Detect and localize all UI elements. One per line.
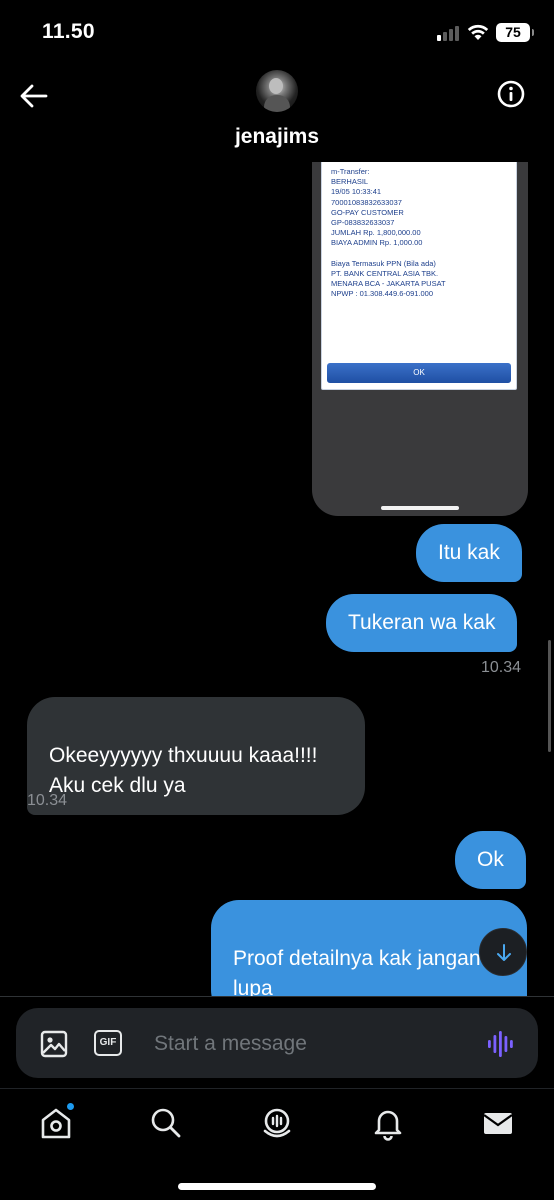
tab-home[interactable] xyxy=(38,1102,75,1141)
receipt-line: GO-PAY CUSTOMER xyxy=(331,207,404,217)
message-bubble-sent[interactable]: Itu kak xyxy=(416,524,522,582)
tab-spaces[interactable] xyxy=(259,1105,295,1141)
bottom-tab-bar xyxy=(0,1088,554,1200)
message-composer: GIF xyxy=(16,1008,538,1078)
message-timestamp: 10.34 xyxy=(481,659,522,676)
mail-icon xyxy=(483,1113,513,1134)
conversation-username[interactable]: jenajims xyxy=(0,125,554,149)
receipt-line: BIAYA ADMIN Rp. 1,000.00 xyxy=(331,238,423,248)
receipt-line: NPWP : 01.308.449.6-091.000 xyxy=(331,289,434,299)
image-icon[interactable] xyxy=(40,1030,68,1058)
message-bubble-sent[interactable]: Ok xyxy=(455,831,526,889)
receipt-line: m-Transfer: xyxy=(331,167,370,176)
message-text: Okeeyyyyyy thxuuuu kaaa!!!! Aku cek dlu … xyxy=(49,744,318,797)
receipt-text: m-Transfer: BERHASIL 19/05 10:33:41 7000108… xyxy=(331,167,446,300)
receipt-line: JUMLAH Rp. 1,800,000.00 xyxy=(331,228,421,238)
composer-area: GIF xyxy=(0,996,554,1088)
receipt-line: Biaya Termasuk PPN (Bila ada) xyxy=(331,258,436,268)
battery-icon: 75 xyxy=(496,23,534,42)
receipt-line: BERHASIL xyxy=(331,177,369,187)
receipt-line: GP-083832633037 xyxy=(331,218,395,228)
cellular-signal-icon xyxy=(437,25,463,41)
status-time: 11.50 xyxy=(42,20,95,43)
gif-icon[interactable]: GIF xyxy=(94,1030,122,1056)
conversation-header: jenajims xyxy=(0,62,554,162)
search-icon xyxy=(151,1108,181,1138)
status-bar: 11.50 75 xyxy=(0,0,554,62)
receipt-line: PT. BANK CENTRAL ASIA TBK. xyxy=(331,269,439,279)
message-text: Proof detailnya kak jangan lupa xyxy=(233,947,481,996)
receipt-ok-button: OK xyxy=(327,363,511,383)
message-text: Ok xyxy=(477,848,504,871)
notification-dot xyxy=(66,1102,75,1111)
scroll-to-bottom-button[interactable] xyxy=(479,928,527,976)
screenshot-home-indicator xyxy=(381,506,459,510)
voice-wave-icon[interactable] xyxy=(486,1030,516,1058)
bell-icon xyxy=(374,1110,402,1141)
info-button[interactable] xyxy=(495,78,527,110)
message-timestamp: 10.34 xyxy=(27,792,68,809)
receipt-line: 700010838326330​37 xyxy=(331,197,402,207)
transfer-receipt-screenshot: m-Transfer: BERHASIL 19/05 10:33:41 7000108… xyxy=(321,162,517,390)
arrow-down-icon xyxy=(497,944,511,961)
receipt-line xyxy=(331,249,446,259)
message-bubble-received[interactable]: Okeeyyyyyy thxuuuu kaaa!!!! Aku cek dlu … xyxy=(27,697,365,815)
back-button[interactable] xyxy=(16,78,52,114)
tab-messages[interactable] xyxy=(480,1105,516,1141)
info-icon xyxy=(497,80,525,108)
scrollbar[interactable] xyxy=(548,640,551,752)
avatar[interactable] xyxy=(256,70,298,112)
tab-notifications[interactable] xyxy=(370,1105,406,1141)
message-text: Tukeran wa kak xyxy=(348,611,496,634)
receipt-line: 19/05 10:33:41 xyxy=(331,187,382,197)
receipt-line: MENARA BCA - JAKARTA PUSAT xyxy=(331,279,446,289)
message-bubble-sent[interactable]: Tukeran wa kak xyxy=(326,594,518,652)
message-text: Itu kak xyxy=(438,541,500,564)
image-attachment[interactable]: m-Transfer: BERHASIL 19/05 10:33:41 7000108… xyxy=(312,162,528,516)
tab-search[interactable] xyxy=(148,1105,184,1141)
message-list[interactable]: m-Transfer: BERHASIL 19/05 10:33:41 7000108… xyxy=(0,162,554,996)
arrow-left-icon xyxy=(20,84,48,108)
wifi-icon xyxy=(467,24,489,40)
home-indicator xyxy=(178,1183,376,1190)
spaces-icon xyxy=(263,1108,291,1138)
message-input[interactable] xyxy=(154,1028,454,1060)
